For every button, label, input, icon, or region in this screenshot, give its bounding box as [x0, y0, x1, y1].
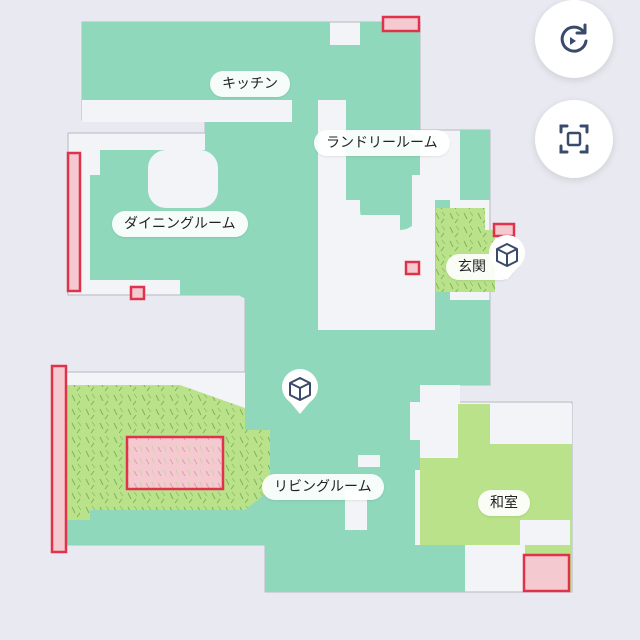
room-label-living[interactable]: リビングルーム — [262, 474, 384, 500]
room-label-dining[interactable]: ダイニングルーム — [112, 211, 248, 237]
floor-map[interactable] — [0, 0, 640, 640]
room-label-kitchen[interactable]: キッチン — [210, 71, 290, 97]
fullscreen-button[interactable] — [535, 100, 613, 178]
room-label-washitsu[interactable]: 和室 — [478, 490, 530, 516]
cube-icon[interactable] — [487, 234, 527, 282]
cube-icon[interactable] — [280, 368, 320, 416]
rotate-button[interactable] — [535, 0, 613, 78]
room-label-laundry[interactable]: ランドリールーム — [314, 130, 450, 156]
fullscreen-icon — [559, 124, 589, 154]
rotate-icon — [560, 23, 588, 53]
